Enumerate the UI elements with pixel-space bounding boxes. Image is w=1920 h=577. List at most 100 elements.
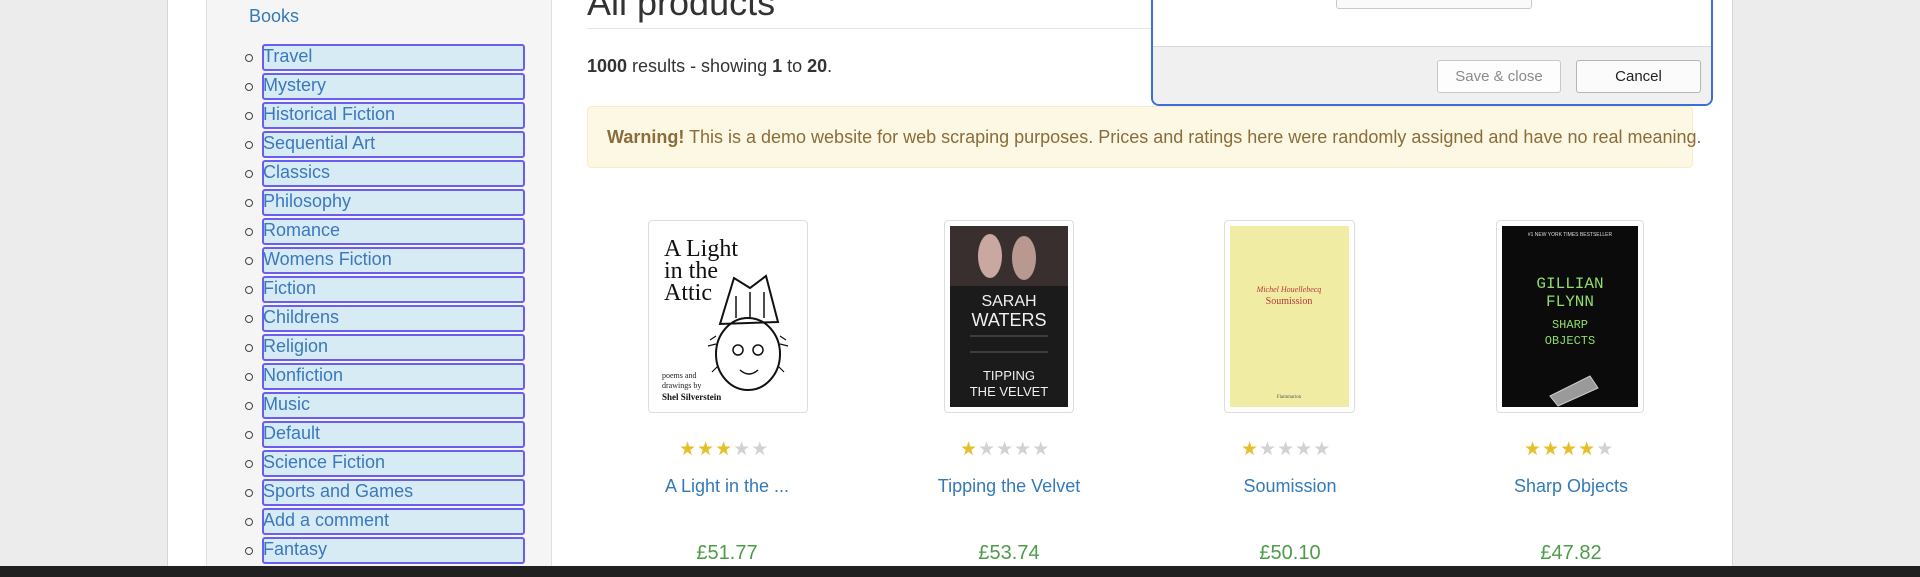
star-rating: ★ ★ ★ ★ ★ [1524, 440, 1613, 459]
category-link[interactable]: Mystery [263, 75, 326, 96]
svg-text:THE VELVET: THE VELVET [970, 384, 1049, 399]
star-empty-icon: ★ [1295, 439, 1313, 460]
star-empty-icon: ★ [1014, 439, 1032, 460]
star-empty-icon: ★ [1313, 439, 1331, 460]
category-link[interactable]: Historical Fiction [263, 104, 395, 125]
results-summary: 1000 results - showing 1 to 20. [587, 56, 832, 77]
star-filled-icon: ★ [960, 439, 978, 460]
category-link[interactable]: Science Fiction [263, 452, 385, 473]
product-title-link[interactable]: Soumission [1190, 476, 1390, 497]
product-thumbnail[interactable]: Michel Houellebecq Soumission Flammarion [1224, 220, 1355, 413]
list-bullet [245, 141, 253, 149]
warning-alert: Warning! This is a demo website for web … [587, 106, 1702, 168]
book-cover-image: Michel Houellebecq Soumission Flammarion [1230, 226, 1349, 407]
svg-text:Shel Silverstein: Shel Silverstein [662, 392, 721, 402]
list-bullet [245, 489, 253, 497]
book-cover-image: A Light in the Attic poems and drawings … [654, 226, 802, 407]
taskbar [0, 566, 1920, 577]
star-empty-icon: ★ [1032, 439, 1050, 460]
results-text-1: results - showing [627, 56, 773, 76]
list-bullet [245, 344, 253, 352]
star-empty-icon: ★ [1277, 439, 1295, 460]
product-thumbnail[interactable]: #1 NEW YORK TIMES BESTSELLER GILLIAN FLY… [1496, 220, 1644, 413]
list-bullet [245, 257, 253, 265]
list-bullet [245, 112, 253, 120]
product-thumbnail[interactable]: SARAH WATERS TIPPING THE VELVET [944, 220, 1074, 413]
dialog-input-field[interactable] [1336, 0, 1532, 9]
category-link[interactable]: Nonfiction [263, 365, 343, 386]
product-title-link[interactable]: A Light in the ... [646, 476, 808, 497]
star-empty-icon: ★ [1596, 439, 1614, 460]
star-rating: ★ ★ ★ ★ ★ [679, 440, 768, 459]
star-filled-icon: ★ [1560, 439, 1578, 460]
category-link[interactable]: Womens Fiction [263, 249, 392, 270]
list-bullet [245, 228, 253, 236]
category-link[interactable]: Sequential Art [263, 133, 375, 154]
category-link[interactable]: Religion [263, 336, 328, 357]
list-bullet [245, 373, 253, 381]
results-from: 1 [772, 56, 783, 76]
star-filled-icon: ★ [1542, 439, 1560, 460]
category-link[interactable]: Music [263, 394, 310, 415]
category-link[interactable]: Default [263, 423, 320, 444]
product-price: £53.74 [978, 542, 1040, 564]
category-link[interactable]: Romance [263, 220, 340, 241]
star-empty-icon: ★ [751, 439, 769, 460]
svg-text:Attic: Attic [664, 280, 712, 306]
sidebar-books-link[interactable]: Books [249, 6, 299, 27]
star-rating: ★ ★ ★ ★ ★ [1241, 440, 1330, 459]
cover-art-light-attic: A Light in the Attic poems and drawings … [662, 236, 789, 402]
product-title-link[interactable]: Sharp Objects [1471, 476, 1671, 497]
star-empty-icon: ★ [978, 439, 996, 460]
list-bullet [245, 286, 253, 294]
svg-text:drawings by: drawings by [662, 381, 701, 390]
star-empty-icon: ★ [733, 439, 751, 460]
star-rating: ★ ★ ★ ★ ★ [960, 440, 1049, 459]
list-bullet [245, 431, 253, 439]
list-bullet [245, 518, 253, 526]
list-bullet [245, 460, 253, 468]
category-link[interactable]: Travel [263, 46, 312, 67]
product-price: £47.82 [1540, 542, 1602, 564]
results-to: 20 [807, 56, 828, 76]
star-filled-icon: ★ [679, 439, 697, 460]
svg-text:FLYNN: FLYNN [1546, 293, 1594, 311]
list-bullet [245, 83, 253, 91]
cancel-button[interactable]: Cancel [1576, 60, 1701, 93]
results-text-2: to [782, 56, 808, 76]
svg-text:OBJECTS: OBJECTS [1545, 334, 1595, 348]
results-total: 1000 [587, 56, 628, 76]
results-text-3: . [827, 56, 833, 76]
settings-dialog: Save & close Cancel [1151, 0, 1713, 106]
category-link[interactable]: Classics [263, 162, 330, 183]
svg-text:TIPPING: TIPPING [983, 368, 1035, 383]
list-bullet [245, 315, 253, 323]
list-bullet [245, 170, 253, 178]
svg-text:SHARP: SHARP [1552, 318, 1588, 332]
star-empty-icon: ★ [1259, 439, 1277, 460]
warning-strong: Warning! [607, 127, 685, 147]
list-bullet [245, 199, 253, 207]
category-link[interactable]: Philosophy [263, 191, 351, 212]
star-empty-icon: ★ [996, 439, 1014, 460]
svg-text:Flammarion: Flammarion [1277, 395, 1302, 400]
product-thumbnail[interactable]: A Light in the Attic poems and drawings … [648, 220, 808, 413]
svg-text:Michel Houellebecq: Michel Houellebecq [1256, 285, 1322, 294]
category-link[interactable]: Childrens [263, 307, 339, 328]
book-cover-image: #1 NEW YORK TIMES BESTSELLER GILLIAN FLY… [1502, 226, 1638, 407]
category-link[interactable]: Add a comment [263, 510, 389, 531]
star-filled-icon: ★ [697, 439, 715, 460]
warning-text: This is a demo website for web scraping … [684, 127, 1702, 147]
star-filled-icon: ★ [1241, 439, 1259, 460]
star-filled-icon: ★ [1578, 439, 1596, 460]
product-title-link[interactable]: Tipping the Velvet [909, 476, 1109, 497]
svg-text:WATERS: WATERS [972, 310, 1047, 330]
list-bullet [245, 402, 253, 410]
save-close-button[interactable]: Save & close [1437, 60, 1561, 93]
category-link[interactable]: Fiction [263, 278, 316, 299]
list-bullet [245, 54, 253, 62]
star-filled-icon: ★ [1524, 439, 1542, 460]
star-filled-icon: ★ [715, 439, 733, 460]
category-link[interactable]: Fantasy [263, 539, 327, 560]
category-link[interactable]: Sports and Games [263, 481, 413, 502]
